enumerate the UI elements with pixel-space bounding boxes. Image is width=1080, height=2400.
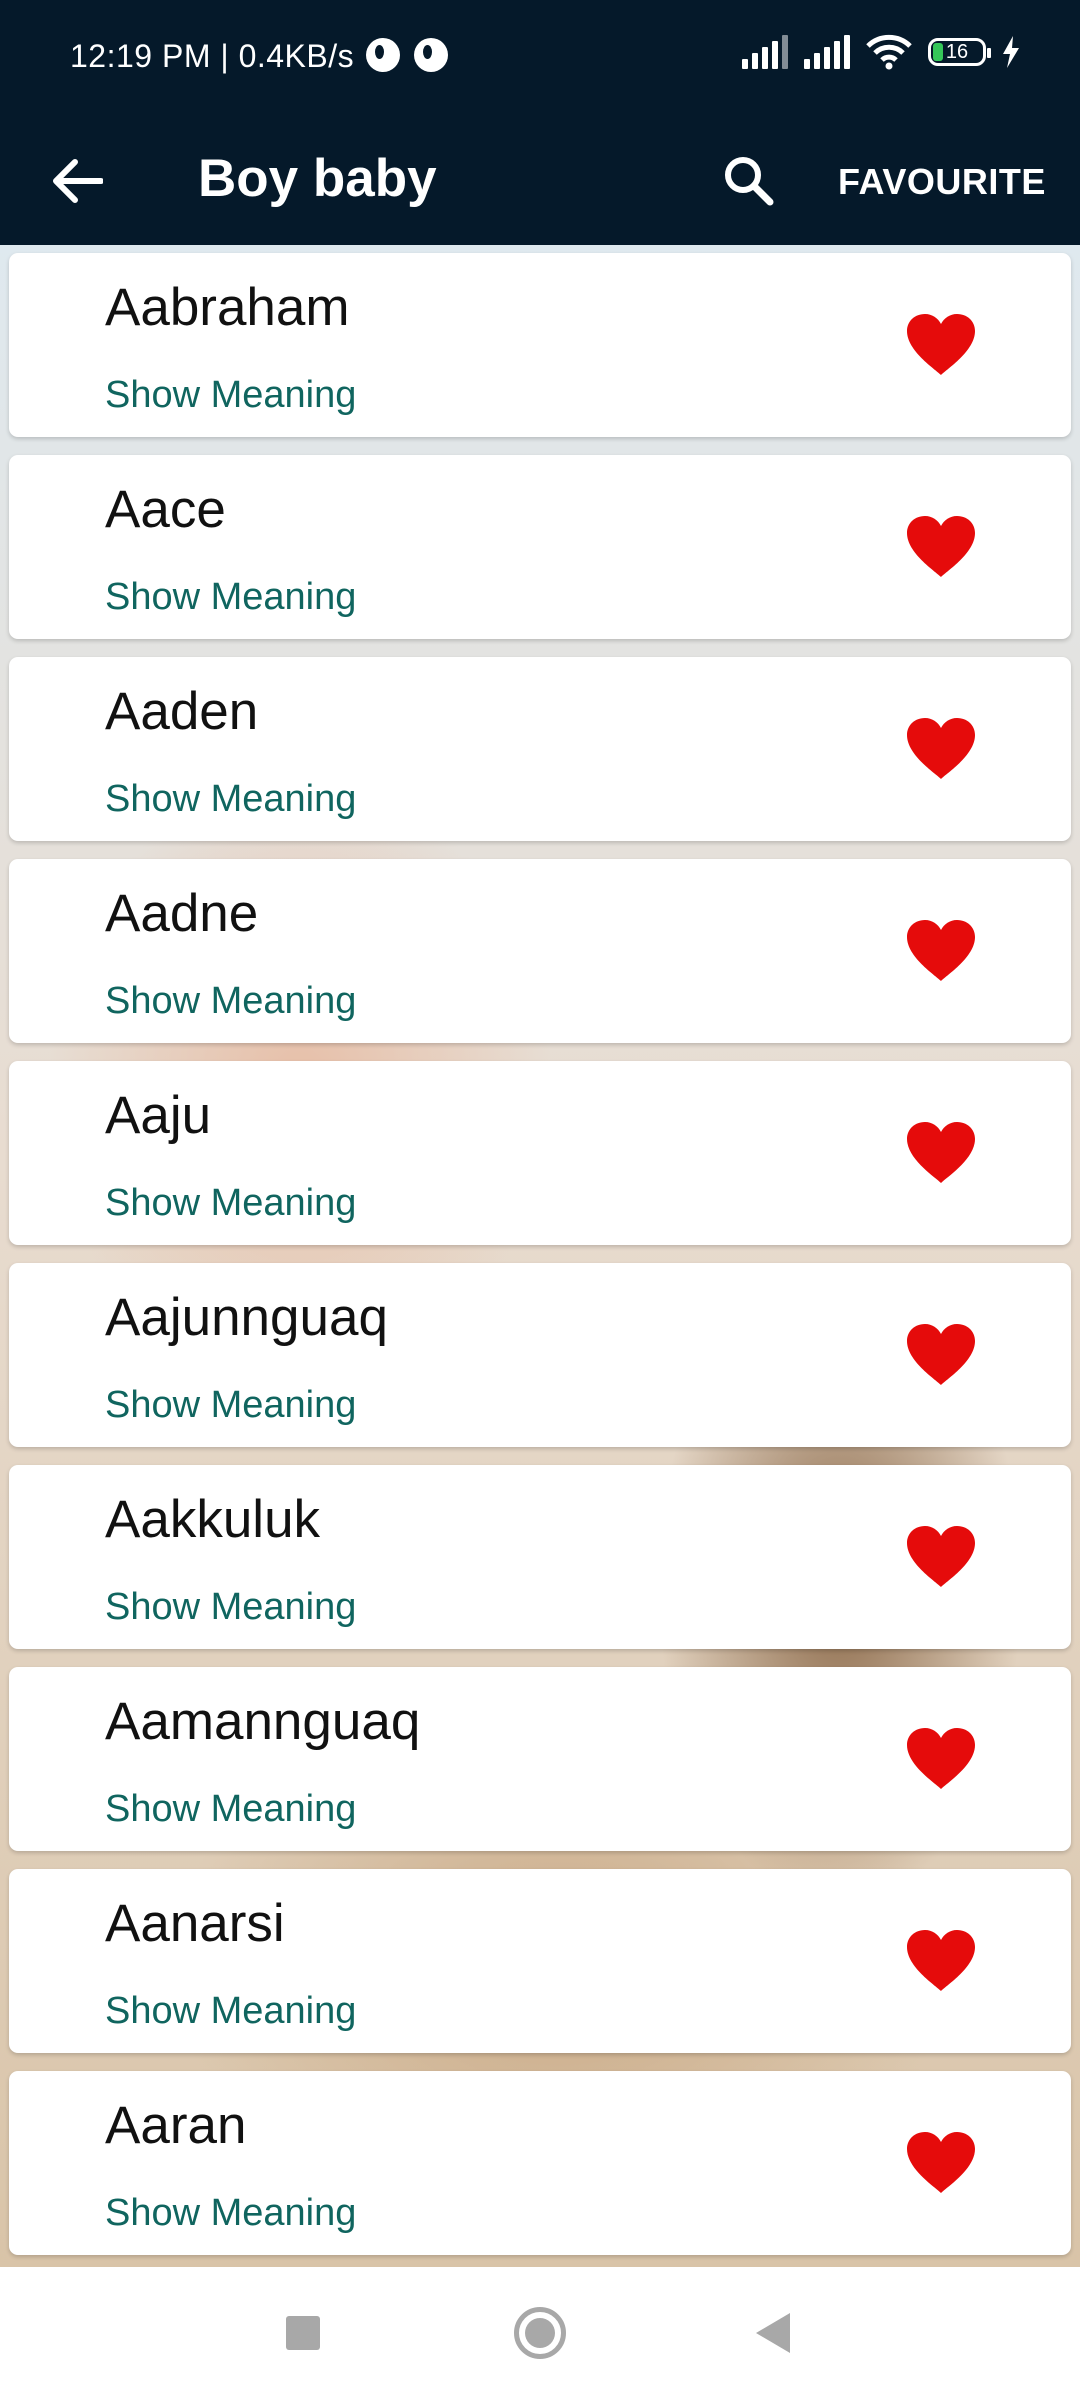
recents-icon[interactable]: [286, 2316, 320, 2350]
favourite-toggle-button[interactable]: [901, 1719, 981, 1799]
battery-icon: 16: [928, 38, 991, 66]
heart-icon: [907, 1122, 975, 1183]
favourite-toggle-button[interactable]: [901, 1921, 981, 2001]
search-button[interactable]: [708, 140, 788, 220]
search-icon: [725, 157, 774, 206]
favourite-toggle-button[interactable]: [901, 1315, 981, 1395]
show-meaning-link[interactable]: Show Meaning: [105, 1181, 356, 1225]
name-card[interactable]: Aabraham Show Meaning: [9, 253, 1071, 437]
favourite-toggle-button[interactable]: [901, 507, 981, 587]
names-list-area[interactable]: Aabraham Show Meaning Aace Show Meaning Aade…: [0, 245, 1080, 2267]
show-meaning-link[interactable]: Show Meaning: [105, 1989, 356, 2033]
wifi-icon: [866, 34, 912, 70]
name-card[interactable]: Aajunnguaq Show Meaning: [9, 1263, 1071, 1447]
heart-icon: [907, 718, 975, 779]
back-button[interactable]: [40, 144, 114, 218]
signal-icon: [804, 35, 850, 69]
show-meaning-link[interactable]: Show Meaning: [105, 1787, 356, 1831]
status-notification-icons: [366, 38, 448, 72]
show-meaning-link[interactable]: Show Meaning: [105, 1383, 356, 1427]
show-meaning-link[interactable]: Show Meaning: [105, 575, 356, 619]
baby-name: Aaran: [105, 2096, 247, 2155]
page-title: Boy baby: [198, 149, 437, 208]
favourite-button[interactable]: FAVOURITE: [838, 145, 1046, 219]
back-icon[interactable]: [756, 2313, 790, 2353]
baby-name: Aace: [105, 480, 226, 539]
show-meaning-link[interactable]: Show Meaning: [105, 373, 356, 417]
heart-icon: [907, 1930, 975, 1991]
heart-icon: [907, 2132, 975, 2193]
navigation-bar: [0, 2267, 1080, 2400]
name-card[interactable]: Aamannguaq Show Meaning: [9, 1667, 1071, 1851]
show-meaning-link[interactable]: Show Meaning: [105, 2191, 356, 2235]
baby-name: Aadne: [105, 884, 259, 943]
favourite-toggle-button[interactable]: [901, 1517, 981, 1597]
baby-name: Aajunnguaq: [105, 1288, 388, 1347]
show-meaning-link[interactable]: Show Meaning: [105, 1585, 356, 1629]
name-card[interactable]: Aanarsi Show Meaning: [9, 1869, 1071, 2053]
favourite-toggle-button[interactable]: [901, 305, 981, 385]
name-card[interactable]: Aace Show Meaning: [9, 455, 1071, 639]
favourite-toggle-button[interactable]: [901, 911, 981, 991]
status-indicators: 16: [742, 34, 1020, 70]
heart-icon: [907, 920, 975, 981]
name-card[interactable]: Aaden Show Meaning: [9, 657, 1071, 841]
app-bar: Boy baby FAVOURITE: [0, 118, 1080, 245]
baby-name: Aaden: [105, 682, 259, 741]
baby-name: Aakkuluk: [105, 1490, 321, 1549]
baby-name: Aabraham: [105, 278, 350, 337]
show-meaning-link[interactable]: Show Meaning: [105, 777, 356, 821]
baby-name: Aaju: [105, 1086, 212, 1145]
heart-icon: [907, 1728, 975, 1789]
arrow-left-icon: [53, 159, 103, 203]
show-meaning-link[interactable]: Show Meaning: [105, 979, 356, 1023]
notification-icon: [414, 38, 448, 72]
name-card[interactable]: Aakkuluk Show Meaning: [9, 1465, 1071, 1649]
favourite-toggle-button[interactable]: [901, 2123, 981, 2203]
favourite-toggle-button[interactable]: [901, 1113, 981, 1193]
signal-icon: [742, 35, 788, 69]
name-card[interactable]: Aaju Show Meaning: [9, 1061, 1071, 1245]
status-bar: 12:19 PM | 0.4KB/s 16: [0, 0, 1080, 118]
heart-icon: [907, 516, 975, 577]
heart-icon: [907, 314, 975, 375]
heart-icon: [907, 1324, 975, 1385]
name-card[interactable]: Aaran Show Meaning: [9, 2071, 1071, 2255]
status-time: 12:19 PM | 0.4KB/s: [70, 38, 355, 74]
charging-icon: [1003, 36, 1019, 68]
heart-icon: [907, 1526, 975, 1587]
notification-icon: [366, 38, 400, 72]
baby-name: Aanarsi: [105, 1894, 285, 1953]
home-icon[interactable]: [514, 2307, 566, 2359]
name-card[interactable]: Aadne Show Meaning: [9, 859, 1071, 1043]
battery-level: 16: [945, 41, 969, 63]
favourite-toggle-button[interactable]: [901, 709, 981, 789]
baby-name: Aamannguaq: [105, 1692, 421, 1751]
